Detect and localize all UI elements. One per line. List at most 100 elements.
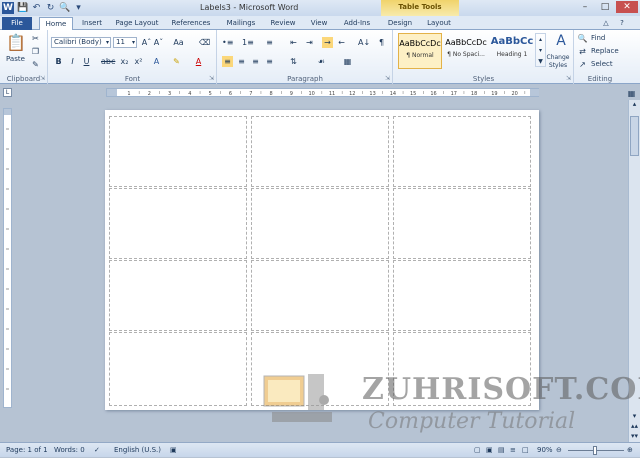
underline-icon[interactable]: U bbox=[81, 56, 92, 67]
font-name-combo[interactable]: Calibri (Body) ▾ bbox=[51, 37, 111, 48]
font-color-icon[interactable]: A bbox=[193, 56, 204, 67]
vertical-ruler[interactable] bbox=[3, 108, 12, 408]
full-screen-view-icon[interactable]: ▣ bbox=[486, 443, 493, 458]
maximize-button[interactable]: □ bbox=[596, 1, 614, 13]
scrollbar-thumb[interactable] bbox=[630, 116, 639, 156]
borders-icon[interactable]: ▦ bbox=[342, 56, 353, 67]
print-layout-view-icon[interactable]: ▢ bbox=[474, 443, 481, 458]
word-logo-icon[interactable]: W bbox=[2, 2, 14, 14]
zoom-in-icon[interactable]: ⊕ bbox=[627, 443, 633, 458]
tab-mailings[interactable]: Mailings bbox=[222, 17, 260, 30]
scroll-down-icon[interactable]: ▾ bbox=[629, 412, 640, 420]
zoom-level[interactable]: 90% bbox=[537, 443, 553, 458]
tab-design[interactable]: Design bbox=[383, 17, 417, 30]
label-cell[interactable] bbox=[393, 260, 531, 331]
select-button[interactable]: Select bbox=[591, 60, 613, 69]
ltr-icon[interactable]: → bbox=[322, 37, 333, 48]
highlight-icon[interactable]: ✎ bbox=[171, 56, 182, 67]
web-layout-view-icon[interactable]: ▤ bbox=[498, 443, 505, 458]
replace-icon[interactable]: ⇄ bbox=[577, 46, 588, 57]
help-icon[interactable]: ? bbox=[616, 17, 628, 30]
close-button[interactable]: ✕ bbox=[616, 1, 638, 13]
draft-view-icon[interactable]: □ bbox=[522, 443, 529, 458]
tab-insert[interactable]: Insert bbox=[77, 17, 107, 30]
label-cell[interactable] bbox=[109, 116, 247, 187]
tab-file[interactable]: File bbox=[2, 17, 32, 30]
sort-icon[interactable]: A↓ bbox=[358, 37, 370, 48]
save-icon[interactable]: 💾 bbox=[17, 3, 28, 14]
superscript-icon[interactable]: x² bbox=[133, 56, 144, 67]
horizontal-ruler[interactable]: 1 2 3 4 5 6 7 8 9 10 11 12 13 14 15 16 17 18 19 20 bbox=[106, 88, 539, 97]
change-case-icon[interactable]: Aa bbox=[173, 37, 184, 48]
tab-references[interactable]: References bbox=[168, 17, 214, 30]
cut-icon[interactable]: ✂ bbox=[30, 33, 41, 44]
align-center-icon[interactable]: ≡ bbox=[236, 56, 247, 67]
style-heading-1[interactable]: AaBbCc Heading 1 bbox=[490, 33, 534, 69]
change-styles-button[interactable]: Change Styles bbox=[543, 54, 573, 70]
tab-review[interactable]: Review bbox=[267, 17, 299, 30]
grow-font-icon[interactable]: Aˆ bbox=[141, 37, 152, 48]
multilevel-list-icon[interactable]: ≡ bbox=[264, 37, 275, 48]
label-cell[interactable] bbox=[251, 116, 389, 187]
print-preview-icon[interactable]: 🔍 bbox=[59, 3, 70, 14]
shrink-font-icon[interactable]: Aˇ bbox=[153, 37, 164, 48]
previous-page-icon[interactable]: ▴▴ bbox=[629, 422, 640, 430]
bold-icon[interactable]: B bbox=[53, 56, 64, 67]
macro-record-icon[interactable]: ▣ bbox=[170, 443, 177, 458]
copy-icon[interactable]: ❐ bbox=[30, 46, 41, 57]
label-cell[interactable] bbox=[393, 188, 531, 259]
format-painter-icon[interactable]: ✎ bbox=[30, 59, 41, 70]
change-styles-icon[interactable]: A bbox=[552, 33, 570, 49]
paragraph-launcher-icon[interactable]: ⇲ bbox=[385, 75, 390, 82]
tab-selector-icon[interactable]: L bbox=[3, 88, 12, 97]
numbering-icon[interactable]: 1≡ bbox=[242, 37, 254, 48]
justify-icon[interactable]: ≡ bbox=[264, 56, 275, 67]
find-button[interactable]: Find bbox=[591, 34, 605, 43]
font-size-combo[interactable]: 11 ▾ bbox=[113, 37, 137, 48]
clipboard-launcher-icon[interactable]: ⇲ bbox=[40, 75, 45, 82]
proofing-icon[interactable]: ✓ bbox=[94, 443, 100, 458]
align-right-icon[interactable]: ≡ bbox=[250, 56, 261, 67]
language-status[interactable]: English (U.S.) bbox=[114, 443, 161, 458]
next-page-icon[interactable]: ▾▾ bbox=[629, 432, 640, 440]
tab-addins[interactable]: Add-Ins bbox=[339, 17, 375, 30]
minimize-button[interactable]: – bbox=[576, 1, 594, 13]
shading-icon[interactable]: ☙ bbox=[316, 56, 327, 67]
replace-button[interactable]: Replace bbox=[591, 47, 619, 56]
page-count[interactable]: Page: 1 of 1 bbox=[6, 443, 48, 458]
font-launcher-icon[interactable]: ⇲ bbox=[209, 75, 214, 82]
text-effects-icon[interactable]: A bbox=[151, 56, 162, 67]
subscript-icon[interactable]: x₂ bbox=[119, 56, 130, 67]
tab-view[interactable]: View bbox=[306, 17, 332, 30]
increase-indent-icon[interactable]: ⇥ bbox=[304, 37, 315, 48]
show-hide-icon[interactable]: ¶ bbox=[376, 37, 387, 48]
styles-launcher-icon[interactable]: ⇲ bbox=[566, 75, 571, 82]
zoom-out-icon[interactable]: ⊖ bbox=[556, 443, 562, 458]
decrease-indent-icon[interactable]: ⇤ bbox=[288, 37, 299, 48]
style-no-spacing[interactable]: AaBbCcDc ¶ No Spaci... bbox=[444, 33, 488, 69]
undo-icon[interactable]: ↶ bbox=[31, 3, 42, 14]
rtl-icon[interactable]: ← bbox=[336, 37, 347, 48]
label-cell[interactable] bbox=[251, 260, 389, 331]
line-spacing-icon[interactable]: ⇅ bbox=[288, 56, 299, 67]
tab-layout[interactable]: Layout bbox=[422, 17, 456, 30]
word-count[interactable]: Words: 0 bbox=[54, 443, 85, 458]
label-cell[interactable] bbox=[393, 116, 531, 187]
paste-icon[interactable]: 📋 bbox=[6, 33, 26, 53]
scroll-up-icon[interactable]: ▴ bbox=[629, 100, 640, 108]
tab-page-layout[interactable]: Page Layout bbox=[113, 17, 161, 30]
label-cell[interactable] bbox=[109, 332, 247, 406]
minimize-ribbon-icon[interactable]: △ bbox=[600, 17, 612, 30]
bullets-icon[interactable]: •≡ bbox=[222, 37, 233, 48]
customize-qat-icon[interactable]: ▾ bbox=[73, 3, 84, 14]
outline-view-icon[interactable]: ≡ bbox=[510, 443, 516, 458]
tab-home[interactable]: Home bbox=[39, 17, 73, 31]
align-left-icon[interactable]: ≡ bbox=[222, 56, 233, 67]
label-cell[interactable] bbox=[109, 188, 247, 259]
paste-button[interactable]: Paste bbox=[6, 55, 25, 64]
find-icon[interactable]: 🔍 bbox=[577, 33, 588, 44]
label-cell[interactable] bbox=[109, 260, 247, 331]
view-ruler-icon[interactable]: ▦ bbox=[626, 88, 637, 99]
redo-icon[interactable]: ↻ bbox=[45, 3, 56, 14]
zoom-slider-thumb[interactable] bbox=[593, 446, 597, 455]
